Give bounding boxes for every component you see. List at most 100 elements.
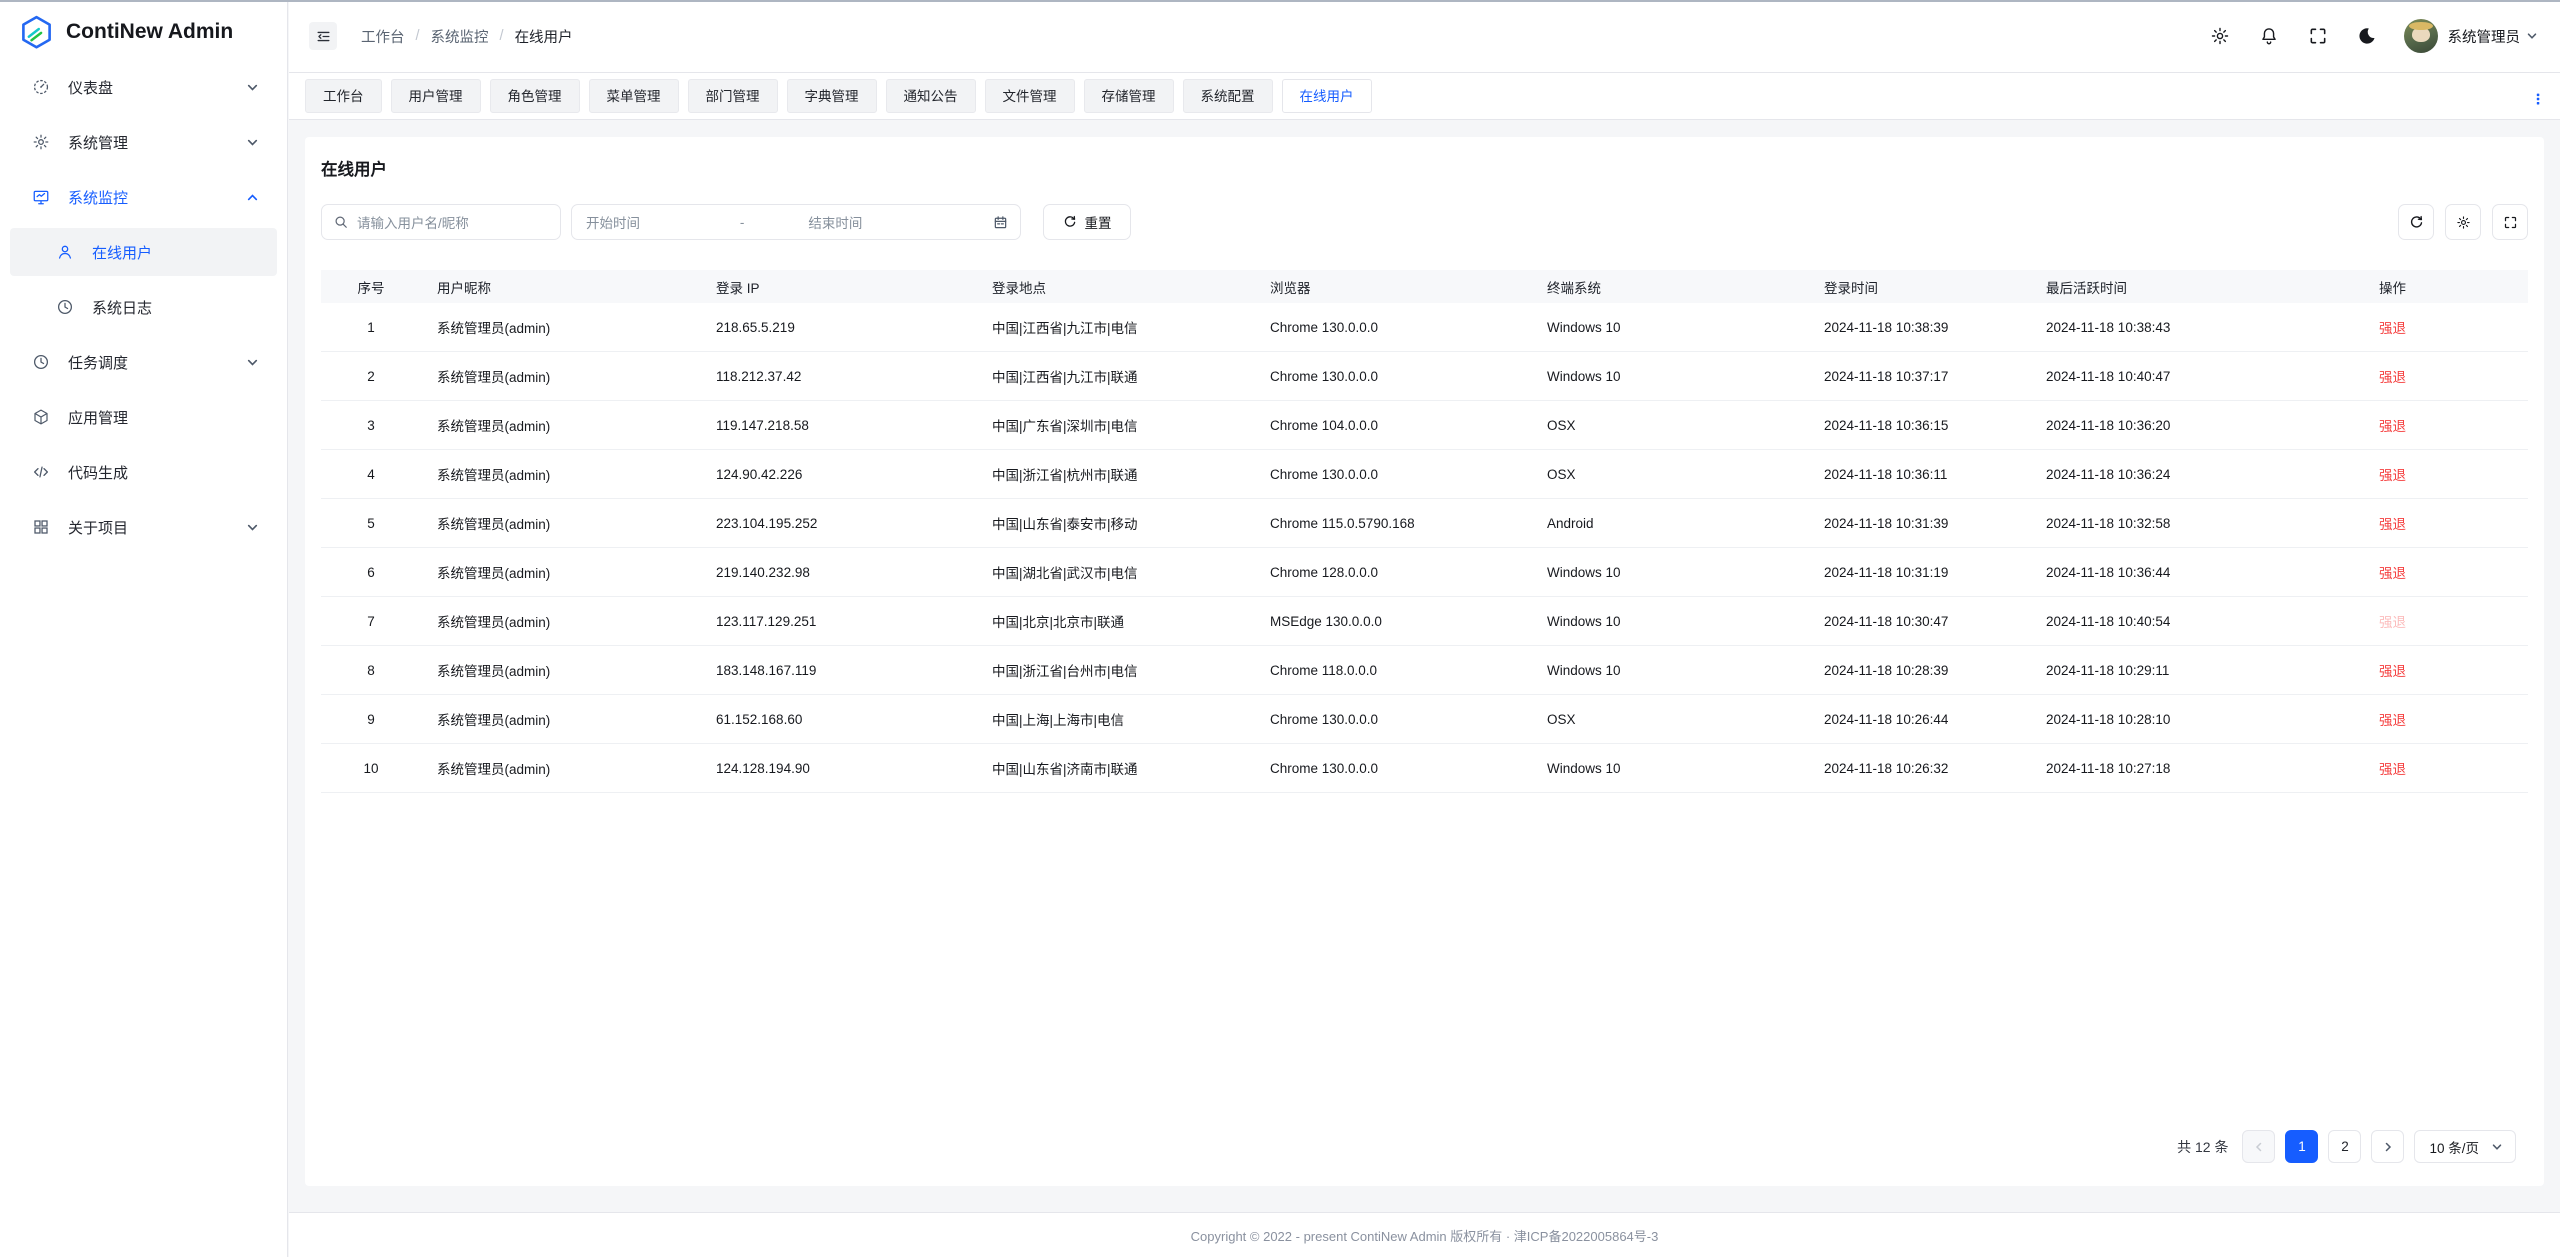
force-logout-link[interactable]: 强退	[2379, 517, 2406, 532]
sidebar-item-system-monitor[interactable]: 系统监控	[10, 173, 277, 221]
sidebar-item-online-users[interactable]: 在线用户	[10, 228, 277, 276]
user-menu[interactable]: 系统管理员	[2448, 26, 2539, 47]
tab-role-management[interactable]: 角色管理	[490, 79, 580, 113]
force-logout-link[interactable]: 强退	[2379, 566, 2406, 581]
tab-user-management[interactable]: 用户管理	[391, 79, 481, 113]
chevron-down-icon	[2491, 1141, 2503, 1153]
user-avatar[interactable]	[2404, 19, 2438, 53]
hexagon-logo-icon	[18, 14, 55, 51]
force-logout-link[interactable]: 强退	[2379, 370, 2406, 385]
table-row: 6 系统管理员(admin) 219.140.232.98 中国|湖北省|武汉市…	[321, 548, 2528, 597]
date-range-picker[interactable]: 开始时间 - 结束时间	[571, 204, 1021, 240]
tab-menu-management[interactable]: 菜单管理	[589, 79, 679, 113]
table-row: 2 系统管理员(admin) 118.212.37.42 中国|江西省|九江市|…	[321, 352, 2528, 401]
sidebar-item-app-management[interactable]: 应用管理	[10, 393, 277, 441]
force-logout-link[interactable]: 强退	[2379, 419, 2406, 434]
sidebar-item-system-management[interactable]: 系统管理	[10, 118, 277, 166]
gear-icon	[2456, 215, 2471, 230]
force-logout-link[interactable]: 强退	[2379, 664, 2406, 679]
search-input[interactable]: 请输入用户名/昵称	[321, 204, 561, 240]
app-title: ContiNew Admin	[66, 20, 233, 44]
main-area: 工作台 / 系统监控 / 在线用户 系统	[289, 0, 2560, 1257]
table-row: 4 系统管理员(admin) 124.90.42.226 中国|浙江省|杭州市|…	[321, 450, 2528, 499]
clock-icon	[56, 298, 74, 316]
sidebar-item-system-logs[interactable]: 系统日志	[10, 283, 277, 331]
col-header-login-time: 登录时间	[1808, 270, 2030, 303]
app-logo: ContiNew Admin	[0, 0, 287, 51]
calendar-icon	[993, 215, 1008, 230]
tab-dept-management[interactable]: 部门管理	[688, 79, 778, 113]
top-header: 工作台 / 系统监控 / 在线用户 系统	[289, 0, 2560, 73]
content-area: 在线用户 请输入用户名/昵称 开始时间 - 结束时间	[289, 121, 2560, 1212]
tab-system-config[interactable]: 系统配置	[1183, 79, 1273, 113]
refresh-icon	[1063, 215, 1077, 229]
chevron-down-icon	[246, 136, 259, 149]
col-header-ip: 登录 IP	[700, 270, 976, 303]
force-logout-link[interactable]: 强退	[2379, 321, 2406, 336]
col-header-last-active: 最后活跃时间	[2030, 270, 2363, 303]
page-button-2[interactable]: 2	[2328, 1130, 2361, 1163]
reset-button[interactable]: 重置	[1043, 204, 1131, 240]
refresh-button[interactable]	[2398, 204, 2434, 240]
monitor-icon	[32, 188, 50, 206]
fullscreen-icon	[2503, 215, 2518, 230]
grid-icon	[32, 518, 50, 536]
breadcrumb-separator: /	[500, 28, 504, 44]
pagination-total: 共 12 条	[2177, 1137, 2228, 1157]
sidebar-item-about-project[interactable]: 关于项目	[10, 503, 277, 551]
force-logout-link[interactable]: 强退	[2379, 762, 2406, 777]
fullscreen-table-button[interactable]	[2492, 204, 2528, 240]
tab-storage-management[interactable]: 存储管理	[1084, 79, 1174, 113]
moon-icon[interactable]	[2357, 26, 2377, 46]
page-footer: Copyright © 2022 - present ContiNew Admi…	[289, 1212, 2560, 1257]
tab-dict-management[interactable]: 字典管理	[787, 79, 877, 113]
tab-notice[interactable]: 通知公告	[886, 79, 976, 113]
col-header-actions: 操作	[2363, 270, 2528, 303]
prev-page-button[interactable]	[2242, 1130, 2275, 1163]
online-users-card: 在线用户 请输入用户名/昵称 开始时间 - 结束时间	[305, 137, 2544, 1186]
tab-file-management[interactable]: 文件管理	[985, 79, 1075, 113]
page-button-1[interactable]: 1	[2285, 1130, 2318, 1163]
chevron-down-icon	[246, 521, 259, 534]
start-time-placeholder: 开始时间	[586, 212, 740, 232]
menu-fold-icon	[315, 28, 332, 45]
tab-online-users[interactable]: 在线用户	[1282, 79, 1372, 113]
col-header-browser: 浏览器	[1254, 270, 1531, 303]
next-page-button[interactable]	[2371, 1130, 2404, 1163]
table-row: 1 系统管理员(admin) 218.65.5.219 中国|江西省|九江市|电…	[321, 303, 2528, 352]
breadcrumb-item[interactable]: 系统监控	[431, 26, 489, 47]
settings-icon[interactable]	[2210, 26, 2230, 46]
page-size-select[interactable]: 10 条/页	[2414, 1130, 2516, 1163]
table-row: 3 系统管理员(admin) 119.147.218.58 中国|广东省|深圳市…	[321, 401, 2528, 450]
range-separator: -	[740, 215, 745, 230]
sidebar-item-code-generation[interactable]: 代码生成	[10, 448, 277, 496]
fullscreen-icon[interactable]	[2308, 26, 2328, 46]
copyright-text: Copyright © 2022 - present ContiNew Admi…	[1191, 1226, 1659, 1245]
search-icon	[334, 215, 348, 229]
filter-bar: 请输入用户名/昵称 开始时间 - 结束时间	[321, 204, 2528, 240]
end-time-placeholder: 结束时间	[808, 212, 993, 232]
force-logout-link[interactable]: 强退	[2379, 468, 2406, 483]
page-title: 在线用户	[305, 137, 2544, 180]
chevron-up-icon	[246, 191, 259, 204]
sidebar-item-task-scheduler[interactable]: 任务调度	[10, 338, 277, 386]
sidebar-item-dashboard[interactable]: 仪表盘	[10, 63, 277, 111]
col-header-location: 登录地点	[976, 270, 1254, 303]
cube-icon	[32, 408, 50, 426]
force-logout-link[interactable]: 强退	[2379, 713, 2406, 728]
tab-workbench[interactable]: 工作台	[305, 79, 382, 113]
table-toolbar	[2398, 204, 2528, 240]
table-row: 10 系统管理员(admin) 124.128.194.90 中国|山东省|济南…	[321, 744, 2528, 793]
bell-icon[interactable]	[2259, 26, 2279, 46]
breadcrumb-current: 在线用户	[515, 26, 573, 47]
sidebar-collapse-button[interactable]	[309, 22, 337, 50]
chevron-down-icon	[2526, 30, 2538, 42]
ellipsis-vertical-icon[interactable]	[2530, 91, 2546, 107]
breadcrumb-item[interactable]: 工作台	[361, 26, 405, 47]
sidebar-menu: 仪表盘 系统管理 系统监控	[0, 63, 287, 551]
gauge-icon	[32, 78, 50, 96]
sidebar: ContiNew Admin 仪表盘 系统管理	[0, 0, 288, 1257]
column-settings-button[interactable]	[2445, 204, 2481, 240]
user-icon	[56, 243, 74, 261]
table-row: 7 系统管理员(admin) 123.117.129.251 中国|北京|北京市…	[321, 597, 2528, 646]
